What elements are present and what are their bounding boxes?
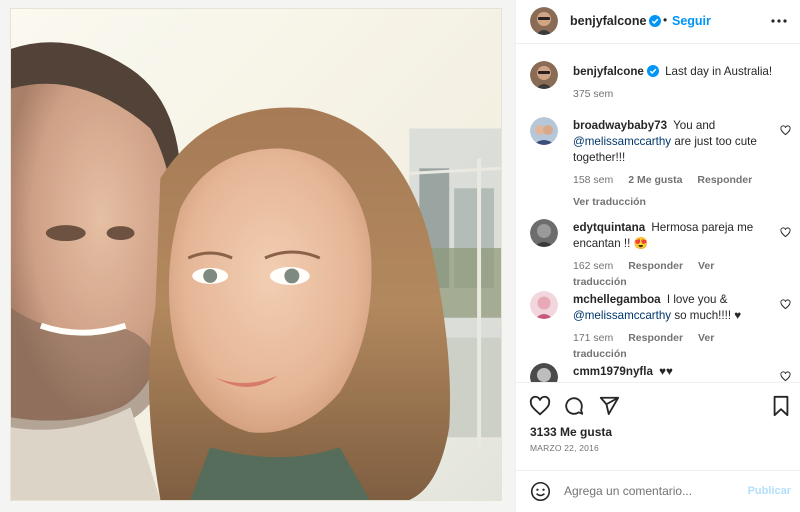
author-username[interactable]: benjyfalcone xyxy=(570,14,662,28)
share-icon[interactable] xyxy=(598,395,620,417)
post-photo[interactable] xyxy=(10,8,502,501)
reply-button[interactable]: Responder xyxy=(628,332,683,344)
publish-button[interactable]: Publicar xyxy=(748,485,791,497)
comment-icon[interactable] xyxy=(563,395,585,417)
comment-body: edytquintana Hermosa pareja me encantan … xyxy=(573,220,771,290)
see-translation-link[interactable]: Ver traducción xyxy=(573,194,771,210)
follow-button[interactable]: Seguir xyxy=(672,14,711,28)
separator-dot: • xyxy=(663,13,668,27)
selfie-image xyxy=(11,9,501,500)
comment-meta: 158 sem 2 Me gusta Responder xyxy=(573,172,771,188)
comment-like-heart-icon[interactable] xyxy=(780,227,791,238)
comment-text: ♥♥ xyxy=(659,365,673,378)
comment-meta: 171 sem Responder Ver traducción xyxy=(573,330,771,362)
comment-body: broadwaybaby73 You and @melissamccarthy … xyxy=(573,118,771,210)
comment-mention[interactable]: @melissamccarthy xyxy=(573,135,671,148)
caption-body: benjyfalcone Last day in Australia! 375 … xyxy=(573,64,793,102)
post-actions: 3133 Me gusta MARZO 22, 2016 xyxy=(516,382,800,472)
caption-text: Last day in Australia! xyxy=(665,65,773,78)
verified-badge-icon xyxy=(649,15,662,27)
comment-text: You and xyxy=(673,119,716,132)
commenter-username[interactable]: edytquintana xyxy=(573,221,645,234)
more-options-icon[interactable] xyxy=(769,12,789,30)
comment-text: I love you & xyxy=(666,293,728,306)
comment-like-heart-icon[interactable] xyxy=(780,125,791,136)
caption-username[interactable]: benjyfalcone xyxy=(573,65,659,78)
caption-meta: 375 sem xyxy=(573,86,793,102)
commenter-username[interactable]: broadwaybaby73 xyxy=(573,119,667,132)
comment-time[interactable]: 162 sem xyxy=(573,260,613,272)
comment-likes[interactable]: 2 Me gusta xyxy=(628,174,682,186)
comment-mention[interactable]: @melissamccarthy xyxy=(573,309,671,322)
commenter-avatar[interactable] xyxy=(530,117,558,145)
author-avatar-small[interactable] xyxy=(530,61,558,89)
verified-badge-icon xyxy=(646,65,659,77)
comment-like-heart-icon[interactable] xyxy=(780,299,791,310)
comment-composer: Publicar xyxy=(516,470,800,512)
caption-time[interactable]: 375 sem xyxy=(573,88,613,100)
comment-input[interactable] xyxy=(564,481,734,501)
commenter-avatar[interactable] xyxy=(530,291,558,319)
comment-emoji: 😍 xyxy=(633,237,649,250)
commenter-avatar[interactable] xyxy=(530,219,558,247)
post-date[interactable]: MARZO 22, 2016 xyxy=(530,443,599,453)
bookmark-icon[interactable] xyxy=(770,395,792,417)
reply-button[interactable]: Responder xyxy=(697,174,752,186)
post-header: benjyfalcone • Seguir xyxy=(516,0,800,44)
comment-meta: 162 sem Responder Ver traducción xyxy=(573,258,771,290)
commenter-username[interactable]: mchellegamboa xyxy=(573,293,661,306)
likes-count[interactable]: 3133 Me gusta xyxy=(530,425,612,439)
reply-button[interactable]: Responder xyxy=(628,260,683,272)
comment-like-heart-icon[interactable] xyxy=(780,371,791,382)
commenter-username[interactable]: cmm1979nyfla xyxy=(573,365,653,378)
emoji-icon[interactable] xyxy=(530,481,551,502)
comment-text-tail: so much!!!! ♥ xyxy=(674,309,742,322)
comment-time[interactable]: 171 sem xyxy=(573,332,613,344)
comment-body: cmm1979nyfla ♥♥ xyxy=(573,364,771,380)
author-avatar[interactable] xyxy=(530,7,558,35)
photo-pane xyxy=(0,0,515,512)
comment-body: mchellegamboa I love you & @melissamccar… xyxy=(573,292,771,362)
comment-time[interactable]: 158 sem xyxy=(573,174,613,186)
post-sidebar: benjyfalcone • Seguir benjyfalcone Last … xyxy=(515,0,800,512)
comments-scroll-area[interactable]: benjyfalcone Last day in Australia! 375 … xyxy=(516,45,800,382)
heart-icon[interactable] xyxy=(529,395,551,417)
commenter-avatar[interactable] xyxy=(530,363,558,382)
